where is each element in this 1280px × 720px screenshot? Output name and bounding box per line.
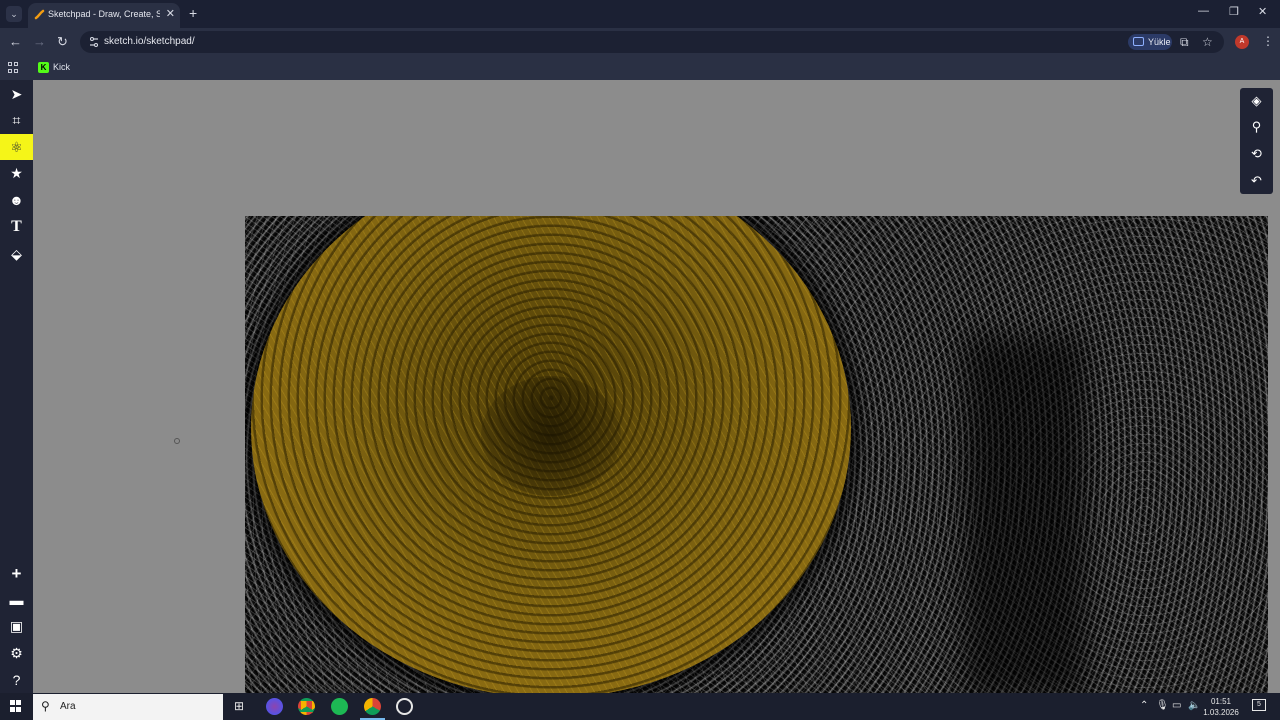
forward-icon[interactable]: → [33,34,46,49]
windows-taskbar: ⚲ Ara ⊞ ⌃ 🎙 ▭ 🔈 01:51 1.03.2026 5 [0,693,1280,720]
clock-date: 1.03.2026 [1203,708,1239,717]
restore-button[interactable]: ❐ [1229,5,1239,18]
text-icon[interactable]: T [0,214,33,240]
sketchpad-favicon-icon [34,9,45,20]
new-tab-button[interactable]: + [189,5,197,21]
discord-app-icon[interactable] [266,698,283,715]
recorder-app-icon[interactable] [396,698,413,715]
brush-cursor [174,438,180,444]
taskbar-clock[interactable]: 01:51 1.03.2026 [1196,696,1246,718]
install-icon [1133,37,1144,46]
bookmark-star-icon[interactable]: ☆ [1202,35,1213,49]
left-toolbar: ➤ ⌗ ⚛ ★ ☻ T ⬙ + ▬ ▣ ⚙ ? [0,80,33,693]
search-placeholder: Ara [60,701,76,712]
star-icon[interactable]: ★ [0,160,33,186]
tab-list-button[interactable]: ⌄ [6,6,22,22]
select-arrow-icon[interactable]: ➤ [0,81,33,107]
crop-icon[interactable]: ⌗ [0,107,33,133]
settings-icon[interactable]: ⚙ [0,640,33,666]
omnibox[interactable]: sketch.io/sketchpad/ Yükle ⧉ ☆ [80,31,1224,53]
browser-tab[interactable]: Sketchpad - Draw, Create, Share! ✕ [28,3,180,28]
close-window-button[interactable]: ✕ [1258,5,1267,18]
search-icon: ⚲ [41,699,50,713]
chrome-active-app-icon[interactable] [360,698,385,720]
history-icon[interactable]: ⟲ [1240,141,1273,167]
zoom-icon[interactable]: ⚲ [1240,114,1273,140]
tray-overflow-icon[interactable]: ⌃ [1140,700,1148,711]
notification-icon[interactable]: 5 [1252,699,1266,711]
spotify-app-icon[interactable] [331,698,348,715]
translate-icon[interactable]: ⧉ [1180,35,1189,50]
close-tab-icon[interactable]: ✕ [166,7,175,20]
drawing-canvas[interactable] [245,216,1268,693]
browser-menu-icon[interactable]: ⋮ [1262,34,1274,48]
sketchpad-workspace[interactable]: ➤ ⌗ ⚛ ★ ☻ T ⬙ + ▬ ▣ ⚙ ? ◈ ⚲ ⟲ ↶ [0,80,1280,693]
site-info-icon[interactable] [87,35,101,49]
apps-grid-icon[interactable] [8,62,19,73]
task-view-icon[interactable]: ⊞ [234,699,244,713]
url-text[interactable]: sketch.io/sketchpad/ [104,36,195,47]
tab-title: Sketchpad - Draw, Create, Share! [48,9,160,19]
right-toolbar: ◈ ⚲ ⟲ ↶ [1240,88,1273,194]
plus-icon[interactable]: + [0,561,33,587]
layers-icon[interactable]: ◈ [1240,88,1273,114]
microphone-icon[interactable]: 🎙 [1156,700,1169,711]
atom-icon[interactable]: ⚛ [0,134,33,160]
network-icon[interactable]: ▭ [1172,700,1181,711]
bookmark-label: Kick [53,62,71,72]
address-bar: ← → ↻ sketch.io/sketchpad/ Yükle ⧉ ☆ A ⋮ [0,28,1280,56]
help-icon[interactable]: ? [0,667,33,693]
spiral-core [481,376,621,496]
clock-time: 01:51 [1210,697,1232,706]
save-icon[interactable]: ▣ [0,613,33,639]
taskbar-search[interactable]: ⚲ Ara [33,694,223,720]
profile-avatar[interactable]: A [1235,35,1249,49]
sticker-icon[interactable]: ☻ [0,187,33,213]
back-icon[interactable]: ← [9,34,22,49]
chrome-app-icon[interactable] [298,698,315,715]
upgrade-label: Yükle [1148,37,1171,47]
upgrade-button[interactable]: Yükle [1128,34,1172,50]
minimize-button[interactable]: — [1198,5,1209,17]
folder-icon[interactable]: ▬ [0,587,33,613]
undo-icon[interactable]: ↶ [1240,168,1273,194]
dark-band [965,336,1085,693]
paint-bucket-icon[interactable]: ⬙ [0,241,33,267]
browser-tab-bar: ⌄ Sketchpad - Draw, Create, Share! ✕ + —… [0,0,1280,28]
kick-logo-icon: K [38,62,49,73]
windows-start-icon[interactable] [10,700,22,712]
bookmarks-bar: K Kick [0,56,1280,80]
reload-icon[interactable]: ↻ [57,34,68,50]
